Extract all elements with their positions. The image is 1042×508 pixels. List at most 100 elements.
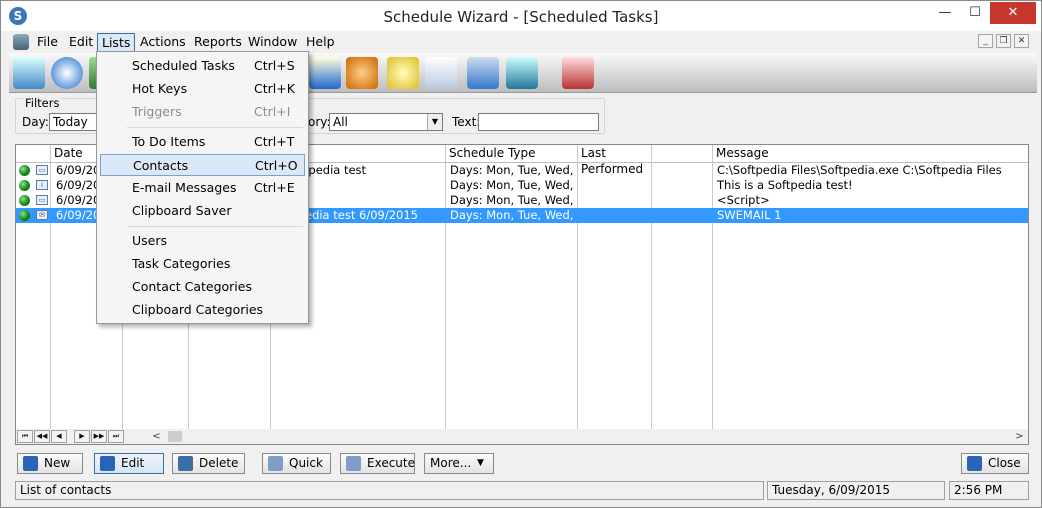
delete-icon — [178, 456, 193, 471]
message-cell: SWEMAIL 1 — [717, 208, 782, 222]
menu-bar: File Edit Lists Actions Reports Window H… — [9, 32, 1037, 52]
status-message: List of contacts — [15, 481, 764, 500]
document-menu-icon[interactable] — [13, 34, 29, 50]
menu-window[interactable]: Window — [244, 33, 301, 52]
schedule-cell: Days: Mon, Tue, Wed, Thu — [450, 178, 576, 192]
filters-label: Filters — [23, 96, 62, 110]
scroll-left-button[interactable]: < — [149, 429, 164, 444]
menu-item-label: Contact Categories — [132, 279, 252, 294]
scrollbar-thumb[interactable] — [168, 431, 182, 442]
computer-icon[interactable] — [506, 57, 538, 89]
menu-item-label: To Do Items — [132, 134, 206, 149]
message-cell: <Script> — [717, 193, 770, 207]
new-button-label: New — [44, 456, 71, 470]
menu-item-scheduled-tasks[interactable]: Scheduled Tasks Ctrl+S — [100, 55, 305, 77]
menu-item-email-messages[interactable]: E-mail Messages Ctrl+E — [100, 177, 305, 199]
menu-item-users[interactable]: Users — [100, 230, 305, 252]
mdi-close-button[interactable]: ✕ — [1014, 34, 1029, 48]
menu-item-label: Hot Keys — [132, 81, 188, 96]
execute-button-label: Execute — [367, 456, 415, 470]
close-button[interactable]: Close — [961, 453, 1029, 474]
next-page-button[interactable]: ▶▶ — [91, 430, 107, 443]
text-filter-input[interactable] — [478, 113, 599, 131]
menu-item-label: Task Categories — [132, 256, 231, 271]
quick-button[interactable]: Quick — [262, 453, 331, 474]
edit-button[interactable]: Edit — [94, 453, 164, 474]
last-record-button[interactable]: ⏭ — [108, 430, 124, 443]
horizontal-scrollbar[interactable]: ⏮ ◀◀ ◀ ▶ ▶▶ ⏭ < > — [16, 429, 1028, 444]
chevron-down-icon: ▼ — [477, 458, 484, 468]
column-header-blank-3[interactable] — [652, 145, 713, 162]
menu-item-label: Scheduled Tasks — [132, 58, 235, 73]
mdi-restore-button[interactable]: ❐ — [996, 34, 1011, 48]
delete-button-label: Delete — [199, 456, 239, 470]
close-window-button[interactable]: ✕ — [990, 2, 1036, 24]
schedule-cell: Days: Mon, Tue, Wed, Thu — [450, 193, 576, 207]
next-record-button[interactable]: ▶ — [74, 430, 90, 443]
first-record-button[interactable]: ⏮ — [17, 430, 33, 443]
execute-icon — [346, 456, 361, 471]
info-icon: i — [36, 180, 48, 190]
menu-item-clipboard-saver[interactable]: Clipboard Saver — [100, 200, 305, 222]
menu-item-contact-categories[interactable]: Contact Categories — [100, 276, 305, 298]
new-task-icon[interactable] — [13, 57, 45, 89]
menu-actions[interactable]: Actions — [136, 33, 190, 52]
info-icon[interactable] — [51, 57, 83, 89]
menu-edit[interactable]: Edit — [65, 33, 97, 52]
menu-item-shortcut: Ctrl+K — [254, 81, 295, 96]
category-label: ory: — [308, 115, 331, 129]
delete-button[interactable]: Delete — [172, 453, 245, 474]
star-icon[interactable] — [387, 57, 419, 89]
column-header-message[interactable]: Message — [713, 145, 1028, 162]
day-select[interactable]: Today — [49, 113, 97, 131]
column-header-schedule-type[interactable]: Schedule Type — [446, 145, 578, 162]
task-type-icon: ▭ — [36, 165, 48, 175]
menu-item-clipboard-categories[interactable]: Clipboard Categories — [100, 299, 305, 321]
tools-icon[interactable] — [562, 57, 594, 89]
menu-help[interactable]: Help — [302, 33, 339, 52]
category-value: All — [333, 115, 348, 129]
message-cell: C:\Softpedia Files\Softpedia.exe C:\Soft… — [717, 163, 1002, 177]
menu-item-contacts[interactable]: Contacts Ctrl+O — [100, 154, 305, 176]
plus-icon — [23, 456, 38, 471]
column-header-last-performed[interactable]: Last Performed — [578, 145, 652, 176]
mdi-minimize-button[interactable]: _ — [978, 34, 993, 48]
prev-record-button[interactable]: ◀ — [51, 430, 67, 443]
menu-file[interactable]: File — [33, 33, 62, 52]
edit-button-label: Edit — [121, 456, 145, 470]
task-type-icon: ▭ — [36, 195, 48, 205]
more-button-label: More... — [430, 456, 472, 470]
close-button-label: Close — [988, 456, 1021, 470]
menu-item-shortcut: Ctrl+E — [254, 180, 295, 195]
menu-item-label: E-mail Messages — [132, 180, 237, 195]
day-label: Day: — [22, 115, 49, 129]
menu-lists[interactable]: Lists — [97, 33, 136, 52]
minimize-button[interactable]: — — [931, 2, 959, 24]
prev-page-button[interactable]: ◀◀ — [34, 430, 50, 443]
maximize-button[interactable]: ☐ — [961, 2, 989, 24]
menu-item-shortcut: Ctrl+I — [254, 104, 291, 119]
text-label: Text: — [452, 115, 481, 129]
status-dot-icon — [19, 210, 30, 221]
quick-icon — [268, 456, 283, 471]
new-button[interactable]: New — [17, 453, 83, 474]
checklist-icon[interactable] — [309, 57, 341, 89]
menu-reports[interactable]: Reports — [190, 33, 246, 52]
menu-item-label: Clipboard Saver — [132, 203, 232, 218]
menu-item-hot-keys[interactable]: Hot Keys Ctrl+K — [100, 78, 305, 100]
menu-item-label: Users — [132, 233, 168, 248]
scroll-right-button[interactable]: > — [1012, 429, 1027, 444]
more-button[interactable]: More... ▼ — [424, 453, 494, 474]
chevron-down-icon[interactable]: ▼ — [427, 114, 442, 130]
status-time: 2:56 PM — [949, 481, 1029, 500]
font-icon[interactable] — [467, 57, 499, 89]
menu-item-to-do-items[interactable]: To Do Items Ctrl+T — [100, 131, 305, 153]
menu-item-task-categories[interactable]: Task Categories — [100, 253, 305, 275]
menu-item-shortcut: Ctrl+T — [254, 134, 295, 149]
status-dot-icon — [19, 165, 30, 176]
contacts-icon[interactable] — [346, 57, 378, 89]
menu-item-label: Triggers — [132, 104, 182, 119]
category-select[interactable]: All ▼ — [329, 113, 443, 131]
email-icon[interactable] — [425, 57, 457, 89]
execute-button[interactable]: Execute — [340, 453, 415, 474]
